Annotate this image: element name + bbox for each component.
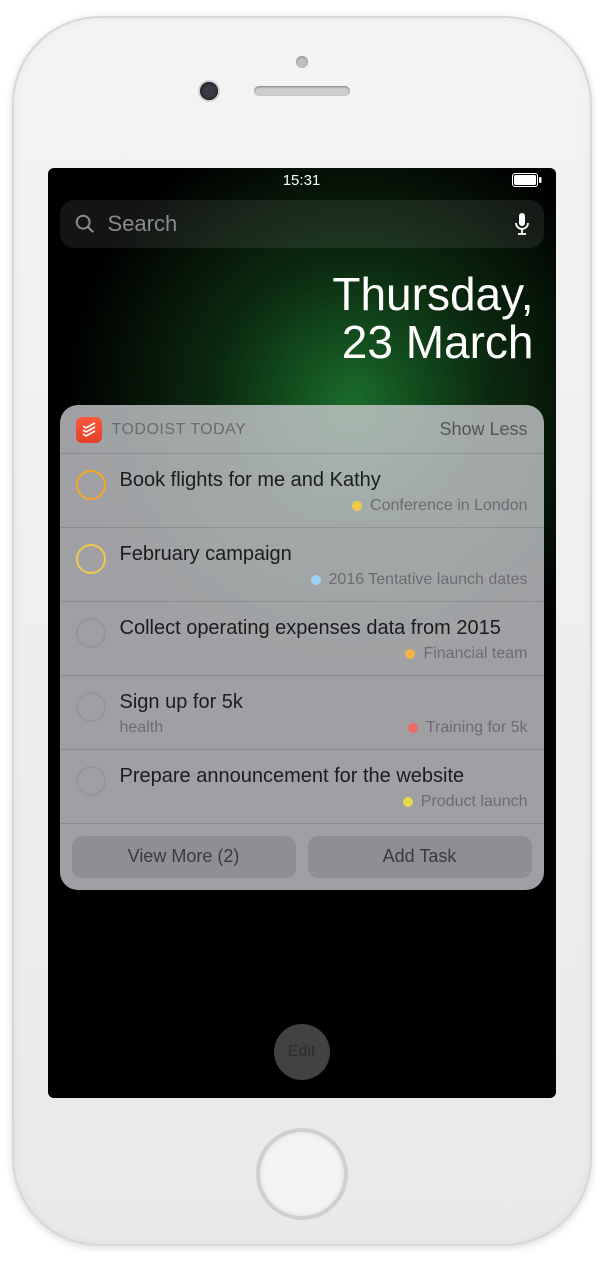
task-meta: Product launch <box>120 793 528 811</box>
proximity-sensor <box>296 56 308 68</box>
task-checkbox[interactable] <box>76 544 106 574</box>
task-sublabel: health <box>120 719 164 737</box>
task-meta: Conference in London <box>120 497 528 515</box>
task-project: Conference in London <box>370 497 527 515</box>
task-body: Prepare announcement for the website Prod… <box>120 764 528 811</box>
project-color-dot <box>405 649 415 659</box>
task-title: Prepare announcement for the website <box>120 764 528 789</box>
task-body: February campaign 2016 Tentative launch d… <box>120 542 528 589</box>
task-body: Book flights for me and Kathy Conference … <box>120 468 528 515</box>
project-color-dot <box>352 501 362 511</box>
task-meta: Financial team <box>120 645 528 663</box>
todoist-widget: TODOIST TODAY Show Less Book flights for… <box>60 405 544 890</box>
todoist-app-icon <box>76 417 102 443</box>
battery-icon <box>512 173 542 187</box>
speaker-grille <box>254 86 350 96</box>
screen: 15:31 <box>48 168 556 1098</box>
status-time: 15:31 <box>283 172 321 189</box>
task-body: Collect operating expenses data from 201… <box>120 616 528 663</box>
task-checkbox[interactable] <box>76 618 106 648</box>
mic-icon[interactable] <box>514 212 530 236</box>
date-block: Thursday, 23 March <box>48 248 556 367</box>
search-bar[interactable] <box>60 200 544 248</box>
widget-footer: View More (2) Add Task <box>60 823 544 890</box>
status-bar: 15:31 <box>48 168 556 192</box>
task-project: Product launch <box>421 793 528 811</box>
task-meta: 2016 Tentative launch dates <box>120 571 528 589</box>
show-less-button[interactable]: Show Less <box>439 419 527 440</box>
task-checkbox[interactable] <box>76 766 106 796</box>
task-title: Sign up for 5k <box>120 690 528 715</box>
task-body: Sign up for 5k health Training for 5k <box>120 690 528 737</box>
task-row[interactable]: February campaign 2016 Tentative launch d… <box>60 527 544 601</box>
task-row[interactable]: Collect operating expenses data from 201… <box>60 601 544 675</box>
view-more-button[interactable]: View More (2) <box>72 836 296 878</box>
edit-label: Edit <box>288 1043 316 1061</box>
task-checkbox[interactable] <box>76 470 106 500</box>
task-meta: health Training for 5k <box>120 719 528 737</box>
task-project: Training for 5k <box>426 719 528 737</box>
search-icon <box>74 213 96 235</box>
front-camera <box>200 82 218 100</box>
iphone-frame: 15:31 <box>12 16 592 1246</box>
task-title: Book flights for me and Kathy <box>120 468 528 493</box>
project-color-dot <box>403 797 413 807</box>
project-color-dot <box>408 723 418 733</box>
edit-button[interactable]: Edit <box>274 1024 330 1080</box>
weekday: Thursday, <box>48 270 534 318</box>
task-row[interactable]: Sign up for 5k health Training for 5k <box>60 675 544 749</box>
task-row[interactable]: Book flights for me and Kathy Conference … <box>60 453 544 527</box>
task-row[interactable]: Prepare announcement for the website Prod… <box>60 749 544 823</box>
task-title: Collect operating expenses data from 201… <box>120 616 528 641</box>
search-input[interactable] <box>108 211 502 237</box>
widget-header: TODOIST TODAY Show Less <box>60 405 544 453</box>
project-color-dot <box>311 575 321 585</box>
date: 23 March <box>48 318 534 366</box>
task-project: Financial team <box>423 645 527 663</box>
task-title: February campaign <box>120 542 528 567</box>
home-button[interactable] <box>256 1128 348 1220</box>
task-list: Book flights for me and Kathy Conference … <box>60 453 544 823</box>
add-task-button[interactable]: Add Task <box>308 836 532 878</box>
widget-title: TODOIST TODAY <box>112 421 247 439</box>
task-checkbox[interactable] <box>76 692 106 722</box>
task-project: 2016 Tentative launch dates <box>329 571 528 589</box>
